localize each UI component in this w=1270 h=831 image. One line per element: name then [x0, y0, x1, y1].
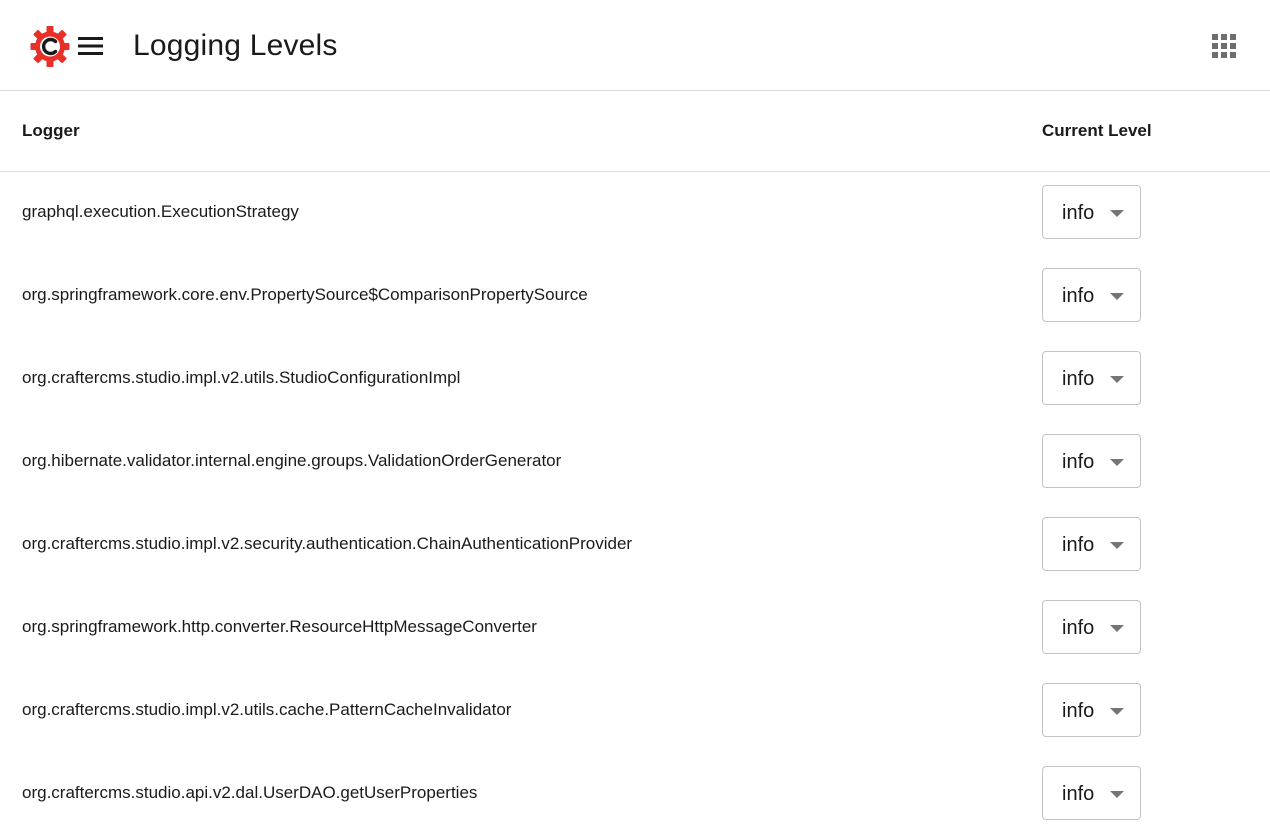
- level-select[interactable]: info: [1042, 600, 1141, 654]
- level-select-value: info: [1062, 617, 1095, 639]
- crafter-cms-logo-icon[interactable]: [30, 25, 70, 68]
- column-header-logger: Logger: [22, 121, 80, 140]
- level-select[interactable]: info: [1042, 683, 1141, 737]
- logger-name: org.hibernate.validator.internal.engine.…: [22, 451, 562, 470]
- level-select[interactable]: info: [1042, 434, 1141, 488]
- logger-name: org.craftercms.studio.impl.v2.utils.cach…: [22, 700, 512, 719]
- dropdown-arrow-icon: [1110, 459, 1124, 466]
- dropdown-arrow-icon: [1110, 791, 1124, 798]
- logger-table-body: graphql.execution.ExecutionStrategy info…: [0, 172, 1270, 831]
- level-select-value: info: [1062, 451, 1095, 473]
- level-select[interactable]: info: [1042, 517, 1141, 571]
- level-select[interactable]: info: [1042, 185, 1141, 239]
- table-row: org.springframework.http.converter.Resou…: [0, 587, 1270, 670]
- level-select-value: info: [1062, 285, 1095, 307]
- logger-name: graphql.execution.ExecutionStrategy: [22, 202, 299, 221]
- logger-name: org.craftercms.studio.impl.v2.security.a…: [22, 534, 633, 553]
- table-row: graphql.execution.ExecutionStrategy info: [0, 172, 1270, 255]
- table-row: org.craftercms.studio.impl.v2.utils.cach…: [0, 670, 1270, 753]
- table-row: org.craftercms.studio.impl.v2.security.a…: [0, 504, 1270, 587]
- level-select-value: info: [1062, 368, 1095, 390]
- logger-name: org.craftercms.studio.api.v2.dal.UserDAO…: [22, 783, 478, 802]
- hamburger-menu-icon[interactable]: [76, 32, 106, 60]
- dropdown-arrow-icon: [1110, 708, 1124, 715]
- dropdown-arrow-icon: [1110, 542, 1124, 549]
- logging-levels-app: Logging Levels Logger Current Level grap…: [0, 0, 1270, 831]
- dropdown-arrow-icon: [1110, 376, 1124, 383]
- level-select-value: info: [1062, 783, 1095, 805]
- level-select[interactable]: info: [1042, 766, 1141, 820]
- level-select-value: info: [1062, 700, 1095, 722]
- logger-name: org.craftercms.studio.impl.v2.utils.Stud…: [22, 368, 461, 387]
- top-bar: Logging Levels: [0, 0, 1270, 91]
- table-row: org.craftercms.studio.impl.v2.utils.Stud…: [0, 338, 1270, 421]
- level-select[interactable]: info: [1042, 268, 1141, 322]
- dropdown-arrow-icon: [1110, 293, 1124, 300]
- level-select-value: info: [1062, 534, 1095, 556]
- table-row: org.craftercms.studio.api.v2.dal.UserDAO…: [0, 753, 1270, 831]
- table-header: Logger Current Level: [0, 91, 1270, 172]
- page-title: Logging Levels: [133, 29, 338, 62]
- dropdown-arrow-icon: [1110, 625, 1124, 632]
- table-row: org.hibernate.validator.internal.engine.…: [0, 421, 1270, 504]
- table-row: org.springframework.core.env.PropertySou…: [0, 255, 1270, 338]
- level-select[interactable]: info: [1042, 351, 1141, 405]
- logger-name: org.springframework.http.converter.Resou…: [22, 617, 537, 636]
- apps-grid-icon[interactable]: [1208, 30, 1240, 62]
- level-select-value: info: [1062, 202, 1095, 224]
- column-header-current-level: Current Level: [1042, 121, 1152, 140]
- logger-name: org.springframework.core.env.PropertySou…: [22, 285, 588, 304]
- dropdown-arrow-icon: [1110, 210, 1124, 217]
